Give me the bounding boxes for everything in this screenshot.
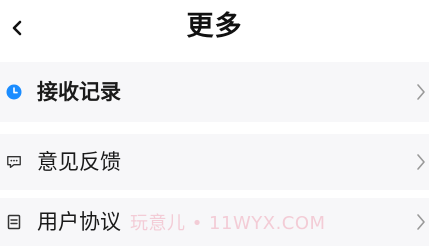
page-title: 更多 bbox=[186, 11, 243, 42]
chevron-right-icon bbox=[415, 152, 427, 172]
document-icon bbox=[6, 214, 22, 230]
header-bar: 更多 bbox=[0, 0, 429, 58]
chevron-right-icon bbox=[415, 82, 427, 102]
menu-item-label: 意见反馈 bbox=[37, 150, 121, 174]
menu-item-receive-records[interactable]: 接收记录 bbox=[0, 62, 429, 122]
chevron-right-icon bbox=[415, 212, 427, 232]
message-icon bbox=[6, 154, 22, 170]
menu-item-feedback[interactable]: 意见反馈 bbox=[0, 134, 429, 190]
menu-item-label: 接收记录 bbox=[37, 80, 121, 104]
clock-icon bbox=[6, 84, 22, 100]
menu-item-label: 用户协议 bbox=[37, 210, 121, 234]
watermark: 玩意儿 • 11WYX.COM bbox=[130, 213, 326, 234]
